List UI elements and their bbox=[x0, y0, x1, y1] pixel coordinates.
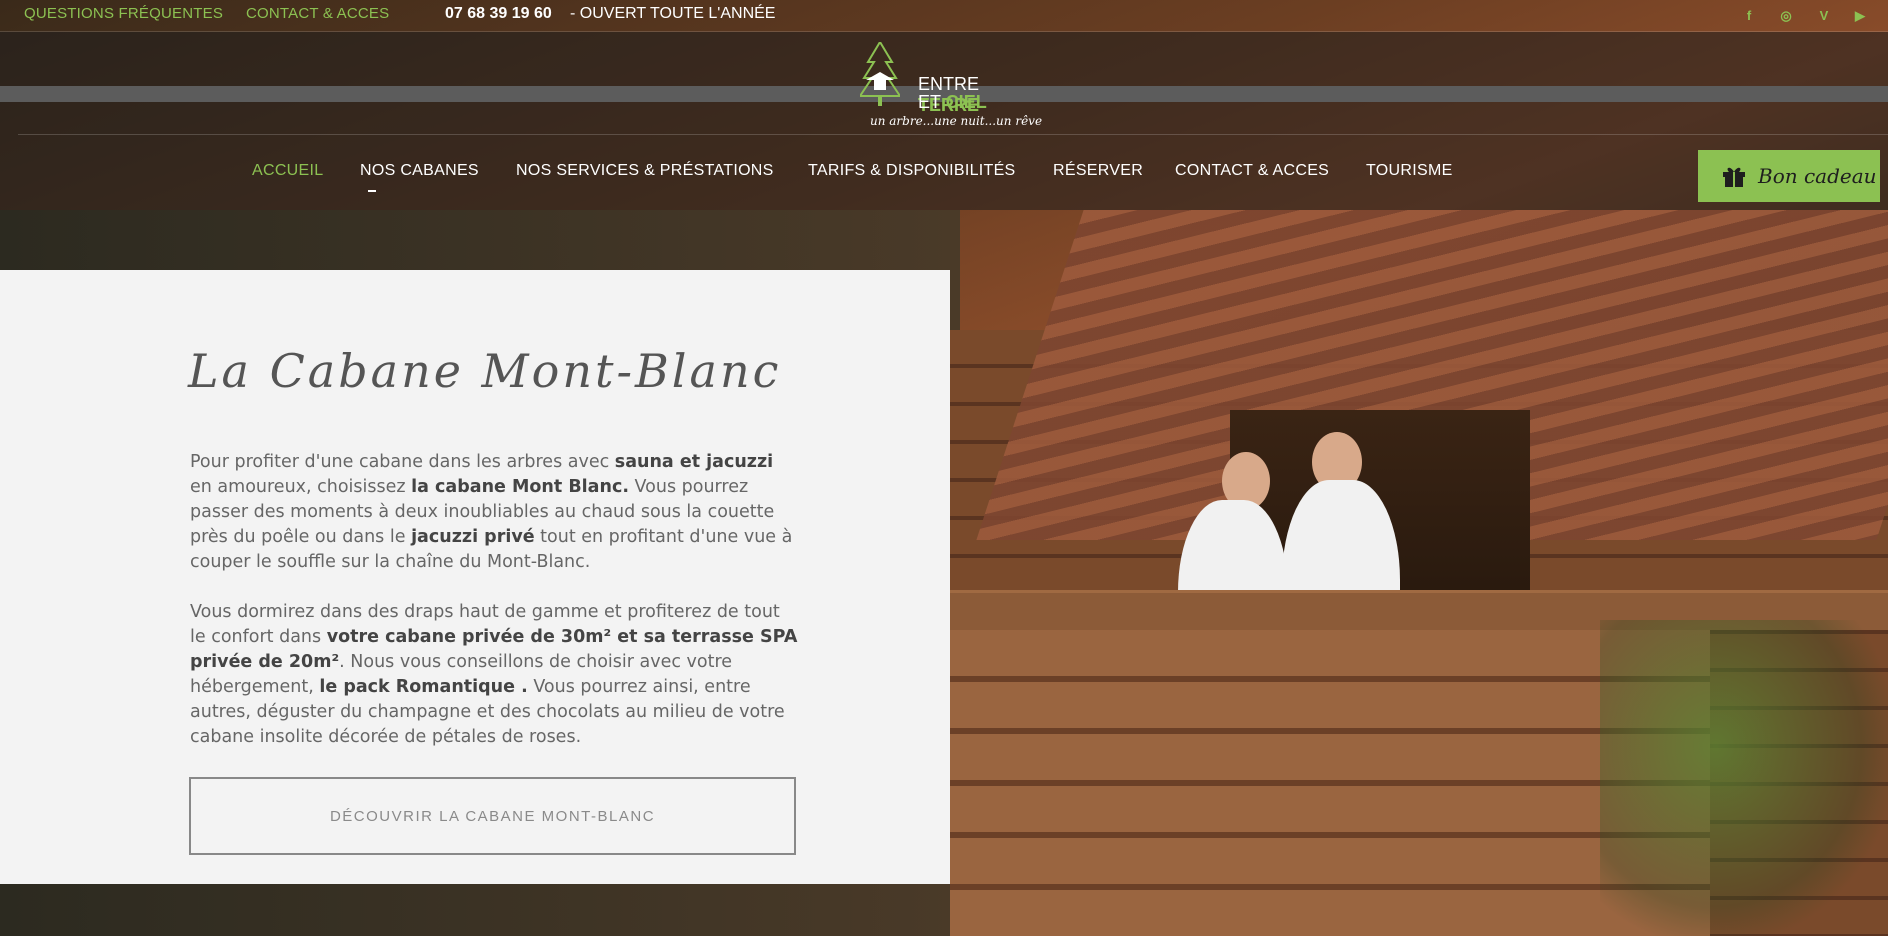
nav-item-cabanes[interactable]: NOS CABANES bbox=[360, 162, 479, 180]
highlight-text: le pack Romantique . bbox=[319, 677, 528, 697]
gift-card-button[interactable]: Bon cadeau bbox=[1698, 150, 1880, 202]
opening-info: - OUVERT TOUTE L'ANNÉE bbox=[570, 5, 776, 22]
highlight-text: sauna et jacuzzi bbox=[614, 452, 774, 472]
top-bar: QUESTIONS FRÉQUENTES CONTACT & ACCES 07 … bbox=[0, 0, 1888, 32]
highlight-text: la cabane Mont Blanc. bbox=[411, 477, 629, 497]
pine-branches bbox=[1600, 620, 1888, 936]
youtube-icon[interactable]: ▶ bbox=[1851, 7, 1869, 25]
faq-link[interactable]: QUESTIONS FRÉQUENTES bbox=[24, 5, 223, 22]
logo-tagline: un arbre...une nuit...un rêve bbox=[870, 114, 1043, 128]
nav-item-tourisme[interactable]: TOURISME bbox=[1366, 162, 1453, 180]
dropdown-indicator bbox=[368, 190, 376, 192]
discover-cabin-button[interactable]: DÉCOUVRIR LA CABANE MONT-BLANC bbox=[189, 777, 796, 855]
nav-item-tarifs[interactable]: TARIFS & DISPONIBILITÉS bbox=[808, 162, 1016, 180]
balcony-boards bbox=[950, 630, 1710, 936]
logo-line-2: ET CIEL bbox=[918, 92, 987, 112]
nav-item-services[interactable]: NOS SERVICES & PRÉSTATIONS bbox=[516, 162, 774, 180]
cabin-description-2: Vous dormirez dans des draps haut de gam… bbox=[190, 600, 800, 750]
nav-item-accueil[interactable]: ACCUEIL bbox=[252, 162, 323, 180]
vimeo-icon[interactable]: V bbox=[1815, 7, 1833, 25]
cabin-title: La Cabane Mont-Blanc bbox=[188, 344, 782, 398]
site-logo[interactable]: ENTRE TERRE ET CIEL un arbre...une nuit.… bbox=[860, 42, 1043, 128]
body-text: Pour profiter d'une cabane dans les arbr… bbox=[190, 452, 615, 472]
nav-item-contact[interactable]: CONTACT & ACCES bbox=[1175, 162, 1329, 180]
instagram-icon[interactable]: ◎ bbox=[1777, 7, 1795, 25]
nav-item-reserver[interactable]: RÉSERVER bbox=[1053, 162, 1143, 180]
gift-card-label: Bon cadeau bbox=[1758, 164, 1877, 188]
gift-icon bbox=[1723, 167, 1745, 187]
tree-logo-icon bbox=[860, 42, 900, 106]
body-text: en amoureux, choisissez bbox=[190, 477, 412, 497]
cabin-info-card: La Cabane Mont-Blanc Pour profiter d'une… bbox=[0, 270, 950, 884]
phone-number: 07 68 39 19 60 bbox=[445, 5, 552, 22]
cabin-description-1: Pour profiter d'une cabane dans les arbr… bbox=[190, 450, 800, 575]
highlight-text: jacuzzi privé bbox=[411, 527, 535, 547]
facebook-icon[interactable]: f bbox=[1740, 7, 1758, 25]
contact-link-top[interactable]: CONTACT & ACCES bbox=[246, 5, 389, 22]
header-divider bbox=[18, 134, 1888, 135]
